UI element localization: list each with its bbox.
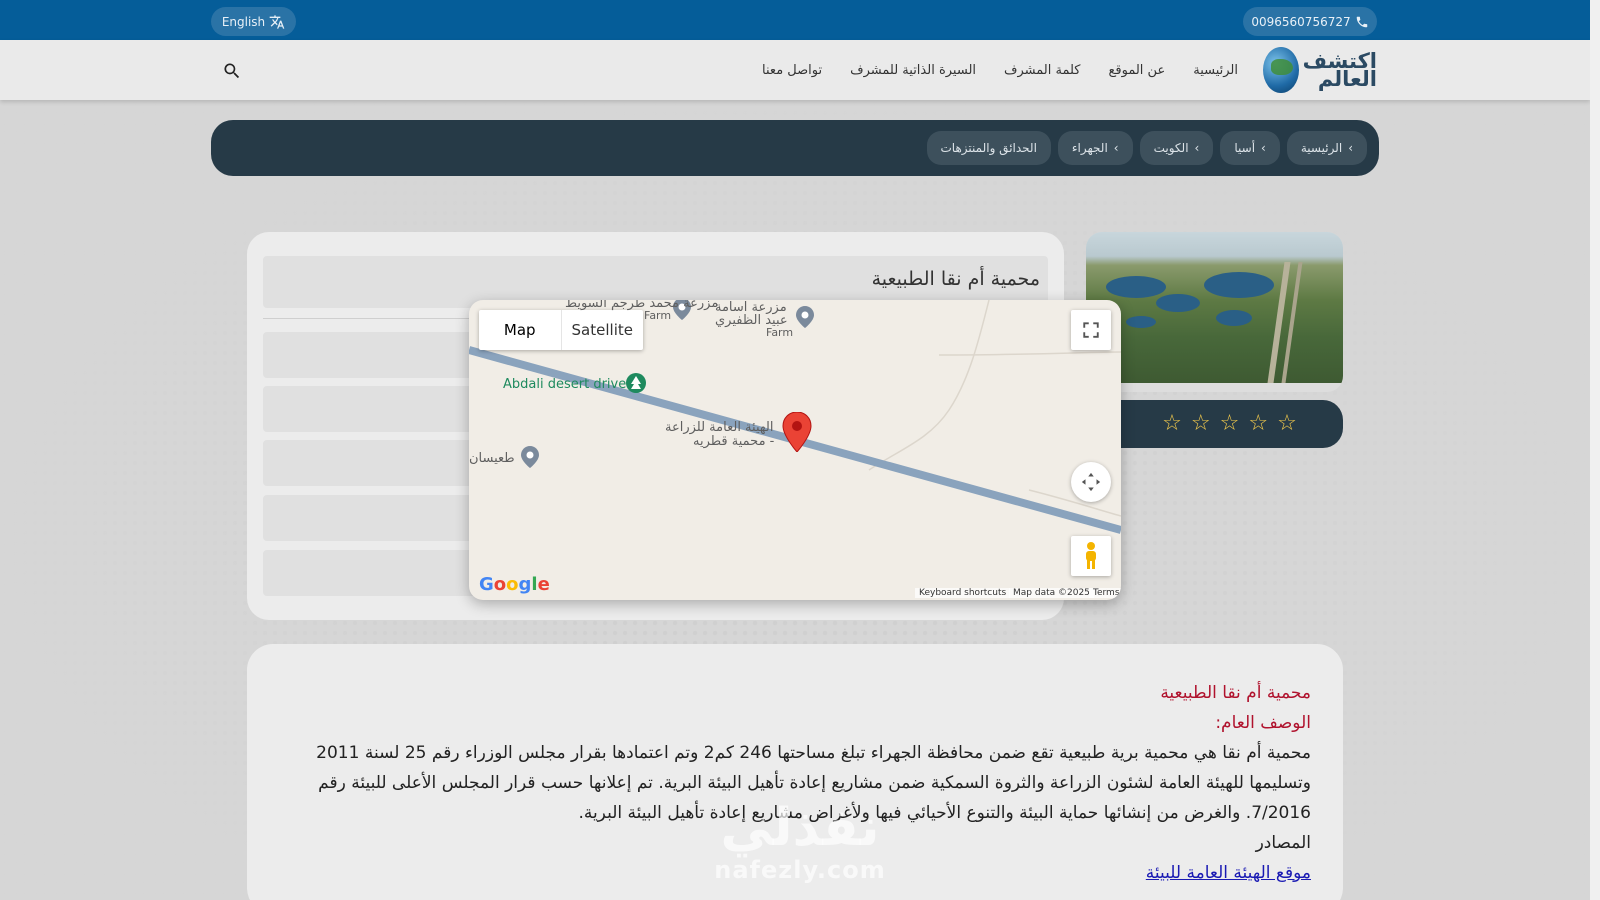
nav-item-contact[interactable]: تواصل معنا	[762, 63, 822, 78]
nav-menu: الرئيسية عن الموقع كلمة المشرف السيرة ال…	[762, 40, 1238, 100]
map-label-left-poi: طعيسان	[469, 451, 515, 466]
map-type-map-button[interactable]: Map	[479, 310, 562, 350]
fullscreen-button[interactable]	[1071, 310, 1111, 350]
description-title: محمية أم نقا الطبيعية	[1160, 683, 1311, 703]
star-icon[interactable]: ☆	[1220, 413, 1240, 435]
chevron-left-icon: ‹	[1348, 141, 1353, 155]
star-icon[interactable]: ☆	[1277, 413, 1297, 435]
nav-item-about[interactable]: عن الموقع	[1108, 63, 1165, 78]
chevron-left-icon: ‹	[1194, 141, 1200, 155]
place-title: محمية أم نقا الطبيعية	[871, 268, 1040, 290]
site-logo[interactable]: اكتشف العالم	[1263, 46, 1377, 94]
location-map[interactable]: Map Satellite مزرعة محمد طرجم السويط Far…	[469, 300, 1121, 600]
map-label-pin-line1: الهيئة العامة للزراعة	[665, 420, 774, 435]
map-label-farm1-type: Farm	[644, 309, 672, 322]
page-scrollbar[interactable]	[1590, 0, 1600, 900]
pegman-icon	[1086, 542, 1096, 569]
map-label-park[interactable]: Abdali desert drive	[503, 377, 626, 392]
breadcrumb-item-parks[interactable]: الحدائق والمنتزهات	[926, 131, 1051, 165]
breadcrumb: الرئيسية ‹ أسيا ‹ الكويت ‹ الجهراء ‹ الحدائق…	[211, 120, 1379, 176]
nav-item-supervisor-cv[interactable]: السيرة الذاتية للمشرف	[850, 63, 976, 78]
rating-stars: ☆ ☆ ☆ ☆ ☆	[1086, 400, 1343, 448]
poi-pin-icon[interactable]	[521, 446, 539, 468]
nav-item-home[interactable]: الرئيسية	[1193, 63, 1238, 78]
map-data-attribution: Map data ©2025	[1009, 588, 1094, 598]
breadcrumb-item-asia[interactable]: أسيا ‹	[1220, 131, 1280, 165]
farm-pin-icon[interactable]	[796, 306, 814, 328]
keyboard-shortcuts-link[interactable]: Keyboard shortcuts	[915, 588, 1011, 598]
language-switch[interactable]: English	[211, 7, 296, 36]
phone-icon	[1356, 16, 1367, 27]
star-icon[interactable]: ☆	[1162, 413, 1182, 435]
chevron-left-icon: ‹	[1261, 141, 1266, 155]
language-label: English	[221, 14, 266, 29]
globe-icon	[1263, 47, 1299, 93]
fullscreen-icon	[1083, 322, 1099, 338]
map-camera-control[interactable]	[1071, 462, 1111, 502]
google-logo[interactable]: Google	[479, 574, 550, 595]
map-type-satellite-button[interactable]: Satellite	[562, 310, 644, 350]
phone-link[interactable]: 0096560756727	[1243, 7, 1377, 36]
watermark: نفذلي nafezly.com	[714, 798, 886, 884]
nav-item-supervisor-word[interactable]: كلمة المشرف	[1004, 63, 1080, 78]
breadcrumb-item-jahra[interactable]: الجهراء ‹	[1057, 131, 1133, 165]
phone-number: 0096560756727	[1251, 14, 1351, 29]
translate-icon	[269, 14, 285, 29]
main-navbar: اكتشف العالم الرئيسية عن الموقع كلمة الم…	[0, 40, 1590, 100]
source-link[interactable]: موقع الهيئة العامة للبيئة	[1146, 863, 1311, 883]
map-type-control: Map Satellite	[479, 310, 643, 350]
map-terms-link[interactable]: Terms	[1089, 588, 1121, 598]
move-arrows-icon	[1081, 472, 1101, 492]
chevron-left-icon: ‹	[1113, 141, 1119, 155]
park-icon[interactable]	[625, 372, 647, 394]
top-bar: 0096560756727 English	[0, 0, 1590, 40]
description-heading: الوصف العام:	[1215, 713, 1311, 733]
star-icon[interactable]: ☆	[1191, 413, 1211, 435]
map-label-farm2-type: Farm	[766, 326, 794, 339]
street-view-pegman[interactable]	[1071, 536, 1111, 576]
breadcrumb-item-home[interactable]: الرئيسية ‹	[1286, 131, 1367, 165]
breadcrumb-item-kuwait[interactable]: الكويت ‹	[1139, 131, 1214, 165]
map-label-farm1: مزرعة محمد طرجم السويط	[565, 300, 719, 311]
star-icon[interactable]: ☆	[1248, 413, 1268, 435]
location-pin-icon[interactable]	[782, 412, 812, 452]
map-label-pin-line2: - محمية قطريه	[693, 434, 775, 449]
place-image[interactable]	[1086, 232, 1343, 392]
search-icon[interactable]	[222, 61, 242, 81]
